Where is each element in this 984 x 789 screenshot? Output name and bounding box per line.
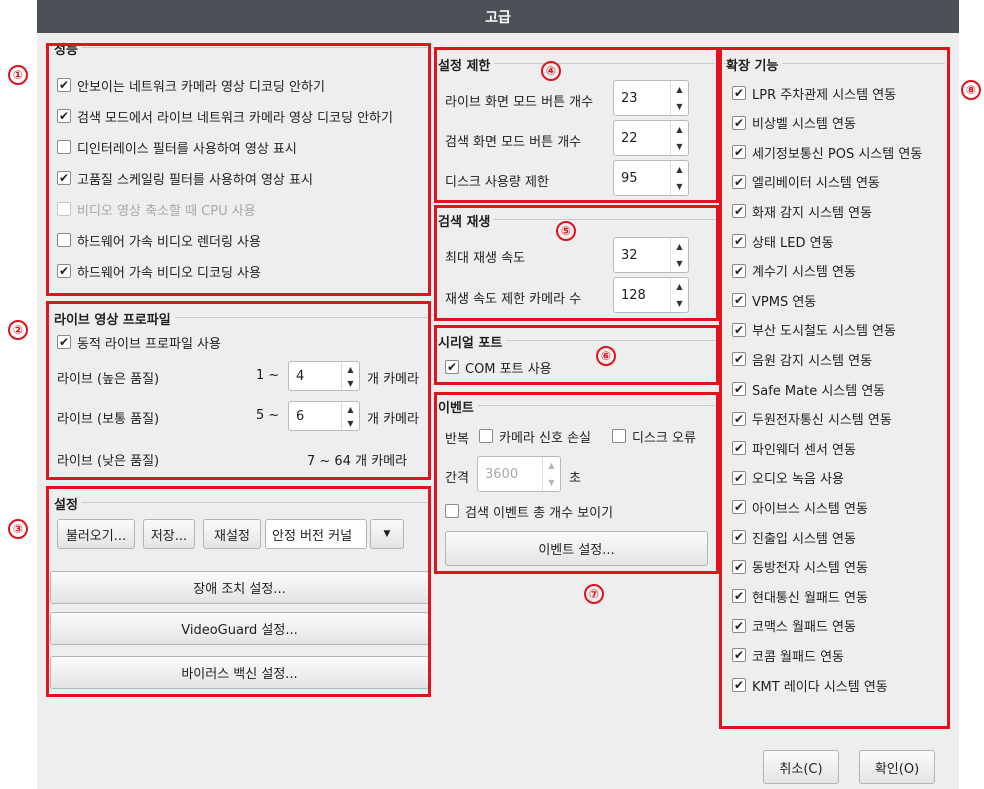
annotation-badge-6: ⑥ (596, 346, 616, 366)
dialog-title: 고급 (485, 9, 511, 26)
annotation-box-settings (46, 486, 431, 697)
annotation-badge-5: ⑤ (556, 221, 576, 241)
annotation-box-performance (46, 43, 431, 296)
annotation-box-limits (434, 47, 719, 203)
annotation-badge-8: ⑧ (961, 80, 981, 100)
ok-button[interactable]: 확인(O) (859, 750, 935, 784)
annotation-badge-2: ② (8, 320, 28, 340)
cancel-button[interactable]: 취소(C) (763, 750, 839, 784)
annotation-badge-1: ① (8, 65, 28, 85)
dialog-titlebar[interactable]: 고급 (37, 0, 959, 33)
annotation-box-live-profile (46, 301, 431, 480)
annotation-box-playback (434, 205, 719, 321)
annotation-badge-4: ④ (541, 61, 561, 81)
annotation-box-serial (434, 325, 719, 385)
annotation-box-extensions (719, 47, 950, 729)
annotation-badge-3: ③ (8, 519, 28, 539)
annotation-badge-7: ⑦ (584, 584, 604, 604)
annotation-box-event (434, 392, 719, 574)
